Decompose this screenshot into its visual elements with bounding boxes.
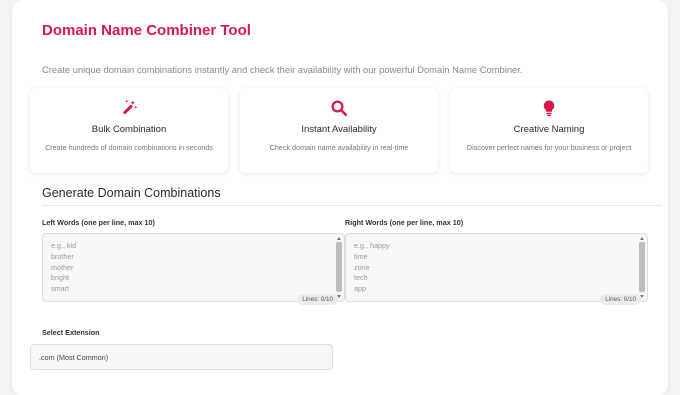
main-card: Domain Name Combiner Tool Create unique …: [12, 0, 668, 395]
feature-title: Instant Availability: [301, 124, 377, 135]
placeholder-text: e.g., happy time zone tech app: [354, 241, 390, 294]
scrollbar[interactable]: [639, 236, 645, 299]
scrollbar-thumb[interactable]: [336, 242, 342, 292]
section-heading: Generate Domain Combinations: [42, 186, 221, 200]
feature-card-creative-naming: Creative Naming Discover perfect names f…: [450, 88, 648, 173]
feature-description: Create hundreds of domain combinations i…: [45, 143, 213, 152]
feature-title: Bulk Combination: [91, 124, 167, 135]
extension-selected-value: .com (Most Common): [39, 353, 109, 362]
extension-label: Select Extension: [42, 328, 100, 337]
feature-description: Check domain name availability in real-t…: [269, 143, 409, 152]
placeholder-text: e.g., kid brother mother bright smart: [51, 241, 77, 294]
scrollbar-thumb[interactable]: [639, 242, 645, 292]
divider: [42, 205, 662, 206]
magic-wand-icon: [123, 99, 138, 115]
lightbulb-icon: [543, 100, 555, 117]
right-words-textarea[interactable]: e.g., happy time zone tech app Lines: 0/…: [345, 233, 648, 305]
search-icon: [331, 100, 348, 117]
feature-description: Discover perfect names for your business…: [466, 143, 632, 152]
scroll-up-icon[interactable]: [640, 237, 644, 240]
feature-card-instant-availability: Instant Availability Check domain name a…: [240, 88, 438, 173]
page-title: Domain Name Combiner Tool: [42, 22, 251, 39]
left-words-label: Left Words (one per line, max 10): [42, 218, 155, 227]
scroll-up-icon[interactable]: [337, 237, 341, 240]
feature-title: Creative Naming: [513, 124, 585, 135]
scrollbar[interactable]: [336, 236, 342, 299]
feature-card-bulk-combination: Bulk Combination Create hundreds of doma…: [30, 88, 228, 173]
line-counter-badge: Lines: 0/10: [600, 294, 641, 305]
left-words-textarea[interactable]: e.g., kid brother mother bright smart Li…: [42, 233, 345, 305]
line-counter-badge: Lines: 0/10: [297, 294, 338, 305]
extension-select[interactable]: .com (Most Common): [30, 344, 333, 370]
intro-text: Create unique domain combinations instan…: [42, 64, 523, 75]
right-words-label: Right Words (one per line, max 10): [345, 218, 464, 227]
